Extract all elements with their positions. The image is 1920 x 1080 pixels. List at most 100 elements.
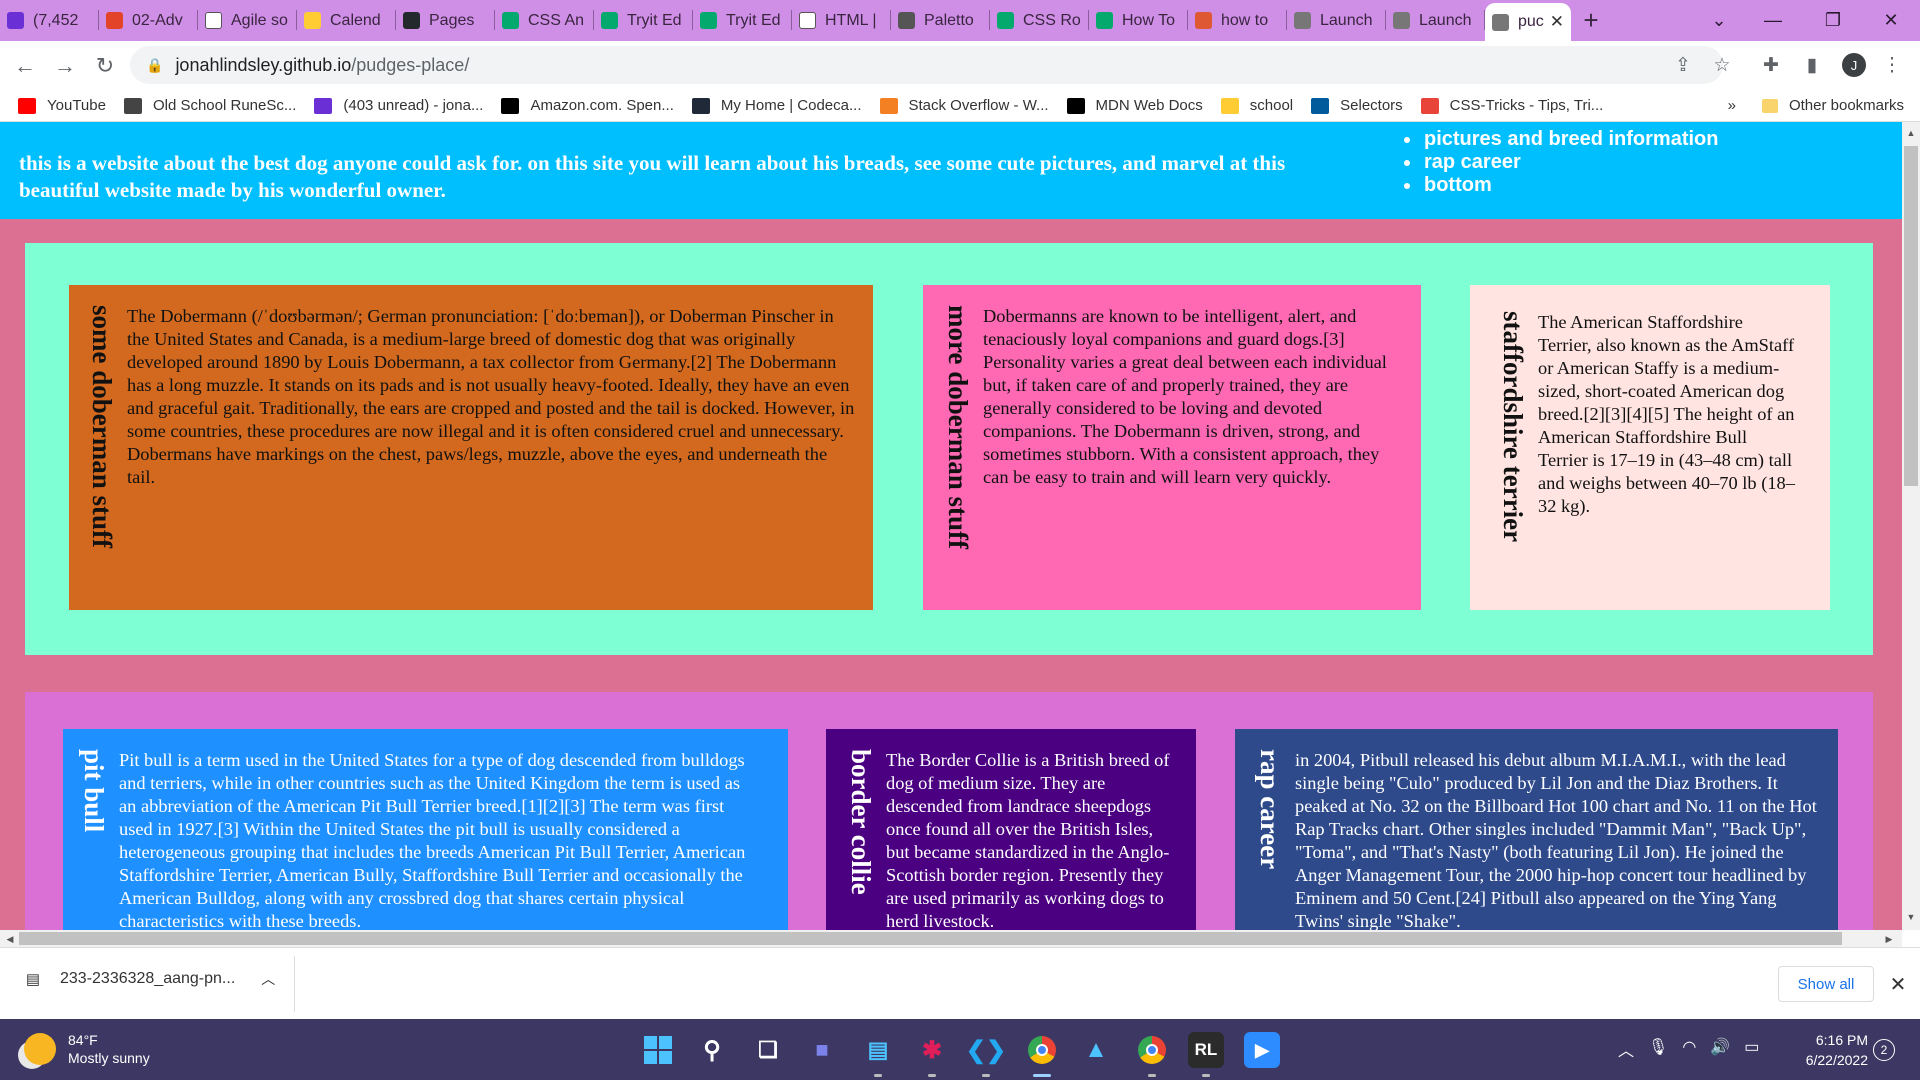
tab[interactable]: how to [1188, 0, 1287, 41]
other-bookmarks[interactable]: Other bookmarks [1761, 97, 1904, 114]
tab-title: Paletto [924, 11, 974, 29]
tab[interactable]: Tryit Ed [693, 0, 792, 41]
browser-toolbar: ← → ↻ 🔒 jonahlindsley.github.io/pudges-p… [0, 41, 1920, 90]
scroll-up-icon[interactable]: ▲ [1904, 126, 1918, 140]
tab-title: (7,452 [33, 11, 79, 29]
scroll-left-icon[interactable]: ◀ [3, 932, 17, 946]
bookmark-label: YouTube [47, 97, 106, 114]
start-icon[interactable] [640, 1032, 676, 1068]
microphone-icon[interactable]: 🎙 [1648, 1037, 1668, 1061]
other-bookmarks-label: Other bookmarks [1788, 97, 1904, 114]
tab-title: CSS Ro [1023, 11, 1081, 29]
file-icon: ▤ [25, 971, 41, 988]
notification-badge[interactable]: 2 [1873, 1039, 1895, 1061]
tab-title: Agile so [231, 11, 288, 29]
tab[interactable]: Launch [1386, 0, 1485, 41]
nav-link-pictures[interactable]: pictures and breed information [1402, 128, 1718, 151]
download-filename: 233-2336328_aang-pn... [60, 970, 236, 987]
volume-icon[interactable]: 🔊 [1710, 1037, 1730, 1061]
tab[interactable]: CSS Ro [990, 0, 1089, 41]
zoom-icon[interactable]: ▶ [1244, 1032, 1280, 1068]
tab-search-icon[interactable]: ⌄ [1690, 0, 1748, 41]
side-panel-icon[interactable]: ▮ [1794, 46, 1830, 84]
tab[interactable]: (7,452 [0, 0, 99, 41]
tab[interactable]: 02-Adv [99, 0, 198, 41]
vertical-scroll-thumb[interactable] [1904, 146, 1918, 486]
tab[interactable]: Paletto [891, 0, 990, 41]
tab[interactable]: Tryit Ed [594, 0, 693, 41]
chevron-up-icon[interactable]: ︿ [261, 969, 275, 989]
bookmark-item[interactable]: CSS-Tricks - Tips, Tri... [1420, 97, 1603, 114]
address-bar[interactable]: 🔒 jonahlindsley.github.io/pudges-place/ [130, 46, 1723, 84]
clock[interactable]: 6:16 PM 6/22/2022 [1784, 1030, 1868, 1070]
tab-title: Tryit Ed [627, 11, 682, 29]
bookmark-star-icon[interactable]: ☆ [1704, 46, 1740, 84]
tab-title: Launch [1320, 11, 1373, 29]
bookmarks-overflow[interactable]: » [1728, 97, 1736, 114]
chrome-icon[interactable] [1024, 1032, 1060, 1077]
bookmark-item[interactable]: Selectors [1311, 97, 1403, 114]
tab-active[interactable]: puc ✕ [1485, 3, 1571, 41]
tab[interactable]: Agile so [198, 0, 297, 41]
extensions-icon[interactable]: ✚ [1753, 46, 1789, 84]
chat-icon[interactable]: ■ [804, 1032, 840, 1068]
tab[interactable]: Pages [396, 0, 495, 41]
search-icon[interactable]: ⚲ [694, 1032, 730, 1068]
tab[interactable]: CSS An [495, 0, 594, 41]
slack-icon[interactable]: ✱ [914, 1032, 950, 1077]
menu-icon[interactable]: ⋮ [1874, 46, 1910, 84]
bookmark-item[interactable]: (403 unread) - jona... [314, 97, 483, 114]
chevron-up-icon[interactable]: ︿ [1618, 1037, 1634, 1061]
new-tab-button[interactable]: + [1571, 0, 1611, 41]
forward-icon[interactable]: → [46, 47, 84, 85]
card-title: rap career [1255, 749, 1285, 870]
bookmark-item[interactable]: Old School RuneSc... [123, 97, 296, 114]
weather-widget[interactable]: 84°F Mostly sunny [24, 1031, 150, 1067]
tab[interactable]: Launch [1287, 0, 1386, 41]
bookmark-item[interactable]: My Home | Codeca... [691, 97, 862, 114]
tab[interactable]: How To [1089, 0, 1188, 41]
bookmark-item[interactable]: Stack Overflow - W... [879, 97, 1049, 114]
wifi-icon[interactable]: ◠ [1682, 1037, 1696, 1061]
profile-avatar[interactable]: J [1836, 46, 1872, 84]
tab[interactable]: Calend [297, 0, 396, 41]
battery-icon[interactable]: ▭ [1744, 1037, 1759, 1061]
bookmark-item[interactable]: MDN Web Docs [1066, 97, 1203, 114]
notepad-icon[interactable]: ▤ [860, 1032, 896, 1077]
card-text: Dobermanns are known to be intelligent, … [983, 306, 1387, 487]
chrome-profile-icon[interactable] [1134, 1032, 1170, 1077]
restore-icon[interactable]: ❐ [1804, 0, 1862, 41]
close-window-icon[interactable]: ✕ [1862, 0, 1920, 41]
minimize-icon[interactable]: — [1744, 0, 1802, 41]
w3schools-icon [502, 12, 519, 29]
site-nav: pictures and breed information rap caree… [1402, 128, 1718, 197]
nav-link-rap-career[interactable]: rap career [1402, 151, 1718, 174]
bookmark-item[interactable]: Amazon.com. Spen... [501, 97, 674, 114]
back-icon[interactable]: ← [6, 47, 44, 85]
close-tab-icon[interactable]: ✕ [1550, 12, 1564, 32]
task-view-icon[interactable]: ❏ [750, 1032, 786, 1068]
runescape-icon [123, 97, 142, 114]
vscode-icon[interactable]: ❮❯ [966, 1032, 1006, 1077]
show-all-button[interactable]: Show all [1778, 966, 1874, 1002]
scroll-down-icon[interactable]: ▼ [1904, 910, 1918, 924]
weather-condition: Mostly sunny [68, 1050, 150, 1066]
bookmark-item[interactable]: YouTube [18, 97, 106, 114]
share-icon[interactable]: ⇪ [1665, 46, 1701, 84]
mdn-icon [1066, 97, 1085, 114]
amazon-icon [501, 97, 520, 114]
download-item[interactable]: ▤ 233-2336328_aang-pn... ︿ [22, 968, 275, 990]
rocket-league-icon[interactable]: RL [1188, 1032, 1224, 1077]
breed-section-2: pit bull Pit bull is a term used in the … [25, 692, 1873, 930]
bookmark-item[interactable]: school [1220, 97, 1293, 114]
nav-link-bottom[interactable]: bottom [1402, 174, 1718, 197]
horizontal-scroll-thumb[interactable] [19, 932, 1842, 945]
folder-icon [1761, 98, 1778, 113]
site-tagline: this is a website about the best dog any… [19, 151, 1286, 202]
photos-icon[interactable]: ▲ [1078, 1032, 1114, 1068]
scroll-right-icon[interactable]: ▶ [1882, 932, 1896, 946]
tab[interactable]: HTML | [792, 0, 891, 41]
close-download-bar-icon[interactable]: ✕ [1880, 966, 1916, 1002]
bookmark-label: My Home | Codeca... [720, 97, 862, 114]
reload-icon[interactable]: ↻ [86, 47, 124, 85]
